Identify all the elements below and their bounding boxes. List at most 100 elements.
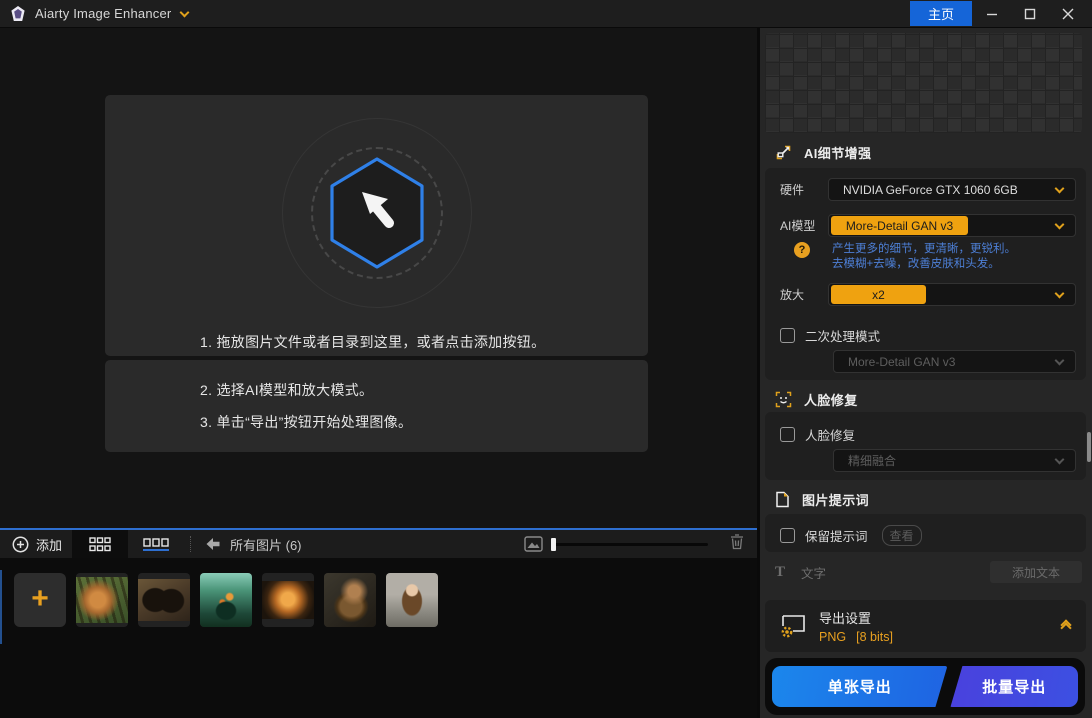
list-view-icon xyxy=(143,537,169,547)
panel-scrollbar-thumb[interactable] xyxy=(1087,432,1091,462)
chevron-down-icon xyxy=(1054,454,1065,465)
ai-detail-title: AI细节增强 xyxy=(804,145,872,161)
grid-view-icon xyxy=(89,536,111,551)
filmstrip: + xyxy=(0,558,757,718)
face-repair-title: 人脸修复 xyxy=(804,392,858,408)
thumbnail-tiger[interactable] xyxy=(76,573,128,627)
trash-icon xyxy=(731,533,743,549)
slider-handle[interactable] xyxy=(551,537,556,551)
section-header-face-repair: 人脸修复 xyxy=(775,389,858,409)
upscale-badge: x2 xyxy=(831,285,926,304)
ai-model-label: AI模型 xyxy=(780,219,816,233)
back-arrow-icon xyxy=(206,538,220,550)
export-bit-depth: [8 bits] xyxy=(856,630,893,644)
home-button[interactable]: 主页 xyxy=(910,1,972,26)
image-prompt-title: 图片提示词 xyxy=(802,492,870,508)
secondary-mode-checkbox[interactable] xyxy=(780,328,795,343)
thumbnail-mech-dog[interactable] xyxy=(324,573,376,627)
view-prompt-button[interactable]: 查看 xyxy=(881,525,922,546)
settings-panel: AI细节增强 硬件 NVIDIA GeForce GTX 1060 6GB AI… xyxy=(760,28,1092,718)
ai-model-badge: More-Detail GAN v3 xyxy=(831,216,968,235)
chevron-down-icon xyxy=(1054,183,1065,194)
hardware-label: 硬件 xyxy=(780,183,805,197)
add-images-button[interactable]: 添加 xyxy=(0,530,72,558)
chevron-down-icon xyxy=(1054,355,1065,366)
text-tool-icon: T xyxy=(775,563,786,580)
hardware-value: NVIDIA GeForce GTX 1060 6GB xyxy=(843,182,1018,197)
section-header-ai-detail: AI细节增强 xyxy=(775,142,871,162)
grid-view-button[interactable] xyxy=(72,530,129,558)
text-overlay-row: T 文字 添加文本 xyxy=(775,560,1082,584)
chevron-down-icon xyxy=(1054,219,1065,230)
instructions-panel: 2. 选择AI模型和放大模式。 3. 单击“导出”按钮开始处理图像。 xyxy=(105,360,648,452)
list-view-active-indicator xyxy=(143,548,170,551)
thumbnail-burger[interactable] xyxy=(262,573,314,627)
toolbar-divider xyxy=(190,536,192,552)
drop-zone-art xyxy=(105,95,648,325)
model-description: 产生更多的细节，更清晰，更锐利。 去模糊+去噪，改善皮肤和头发。 xyxy=(832,243,1016,270)
instruction-step-3: 3. 单击“导出”按钮开始处理图像。 xyxy=(200,414,413,430)
face-repair-card: 人脸修复 精细融合 xyxy=(765,412,1086,480)
app-logo-icon xyxy=(9,5,27,23)
ai-model-dropdown[interactable]: More-Detail GAN v3 xyxy=(828,214,1076,237)
add-text-button[interactable]: 添加文本 xyxy=(990,561,1082,583)
text-label: 文字 xyxy=(801,566,827,581)
document-icon xyxy=(776,491,789,507)
thumbnail-butterfly[interactable] xyxy=(138,573,190,627)
collapse-panel-button[interactable] xyxy=(1060,618,1072,634)
export-actions-bar: 单张导出 批量导出 xyxy=(765,658,1085,715)
export-settings-card[interactable]: 导出设置 PNG [8 bits] xyxy=(765,600,1086,652)
main-canvas: 1. 拖放图片文件或者目录到这里，或者点击添加按钮。 2. 选择AI模型和放大模… xyxy=(0,28,757,528)
thumbnail-terrarium-jar[interactable] xyxy=(200,573,252,627)
minimize-button[interactable] xyxy=(974,0,1010,28)
batch-export-button[interactable]: 批量导出 xyxy=(950,666,1078,707)
thumbnail-size-slider[interactable] xyxy=(551,537,708,551)
drop-zone[interactable]: 1. 拖放图片文件或者目录到这里，或者点击添加按钮。 xyxy=(105,95,648,356)
thumbnail-girl-portrait[interactable] xyxy=(386,573,438,627)
maximize-button[interactable] xyxy=(1012,0,1048,28)
hardware-dropdown[interactable]: NVIDIA GeForce GTX 1060 6GB xyxy=(828,178,1076,201)
circle-plus-icon xyxy=(12,536,29,552)
bottom-toolbar: 添加 所有图片 (6) xyxy=(0,528,757,558)
add-images-label: 添加 xyxy=(36,537,63,553)
face-repair-checkbox[interactable] xyxy=(780,427,795,442)
image-prompt-card: 保留提示词 查看 xyxy=(765,514,1086,552)
secondary-mode-label: 二次处理模式 xyxy=(805,330,881,344)
secondary-model-dropdown: More-Detail GAN v3 xyxy=(833,350,1076,373)
export-format: PNG xyxy=(819,630,847,644)
instruction-step-1: 1. 拖放图片文件或者目录到这里，或者点击添加按钮。 xyxy=(200,334,546,350)
add-image-tile[interactable]: + xyxy=(14,573,66,627)
export-settings-title: 导出设置 xyxy=(819,611,872,626)
preview-grid xyxy=(765,33,1082,133)
section-header-image-prompt: 图片提示词 xyxy=(775,489,869,509)
cursor-hexagon-icon xyxy=(327,156,427,275)
face-blend-value: 精细融合 xyxy=(848,454,897,468)
list-view-button[interactable] xyxy=(128,530,184,558)
instruction-step-2: 2. 选择AI模型和放大模式。 xyxy=(200,382,374,398)
thumbnail-size-icon xyxy=(524,536,543,552)
keep-prompt-checkbox[interactable] xyxy=(780,528,795,543)
ai-detail-card: 硬件 NVIDIA GeForce GTX 1060 6GB AI模型 More… xyxy=(765,168,1086,380)
export-gear-icon xyxy=(779,612,809,640)
title-chevron-down-icon[interactable] xyxy=(179,7,190,17)
delete-button[interactable] xyxy=(730,533,744,555)
help-icon[interactable]: ? xyxy=(794,242,810,258)
upscale-dropdown[interactable]: x2 xyxy=(828,283,1076,306)
close-button[interactable] xyxy=(1050,0,1086,28)
face-blend-dropdown: 精细融合 xyxy=(833,449,1076,472)
all-images-filter-label: 所有图片 (6) xyxy=(230,537,302,553)
upscale-expand-icon xyxy=(776,145,791,159)
chevron-down-icon xyxy=(1054,288,1065,299)
title-bar: Aiarty Image Enhancer 主页 xyxy=(0,0,1092,28)
upscale-label: 放大 xyxy=(780,288,805,302)
face-repair-checkbox-label: 人脸修复 xyxy=(805,429,856,443)
keep-prompt-label: 保留提示词 xyxy=(805,530,868,544)
app-window: Aiarty Image Enhancer 主页 1. 拖放图片文件或者目录到这… xyxy=(0,0,1092,718)
filter-back-group[interactable]: 所有图片 (6) xyxy=(205,535,302,554)
secondary-model-value: More-Detail GAN v3 xyxy=(848,354,956,369)
app-title: Aiarty Image Enhancer xyxy=(35,6,172,21)
plus-icon: + xyxy=(31,581,49,615)
single-export-button[interactable]: 单张导出 xyxy=(772,666,947,707)
strip-accent-line xyxy=(0,570,2,644)
face-detect-icon xyxy=(775,391,792,407)
